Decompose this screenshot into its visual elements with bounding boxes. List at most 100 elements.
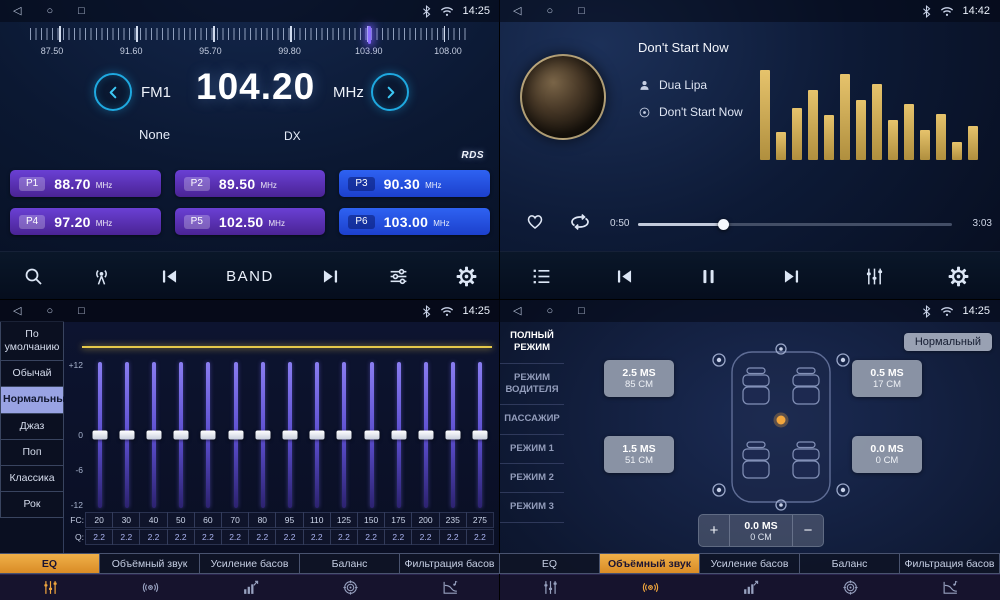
sound-profile-button[interactable]: Нормальный [904, 333, 992, 351]
nav-back-icon[interactable]: ◁ [13, 300, 21, 322]
surround-icon[interactable] [100, 575, 200, 600]
slider-handle[interactable] [337, 431, 352, 440]
eq-band-slider[interactable] [86, 360, 113, 510]
sound-tab-subwoofer-filter[interactable]: Фильтрация басов [399, 553, 500, 574]
radio-preset-p1-button[interactable]: P188.70MHz [10, 170, 161, 197]
slider-handle[interactable] [391, 431, 406, 440]
sound-tab-bass-boost[interactable]: Усиление басов [699, 553, 800, 574]
slider-handle[interactable] [419, 431, 434, 440]
settings-icon[interactable] [456, 266, 477, 287]
equalizer-shortcut-icon[interactable] [864, 266, 885, 287]
repeat-icon[interactable] [568, 210, 592, 239]
eq-preset-item[interactable]: Классика [0, 465, 64, 492]
slider-handle[interactable] [446, 431, 461, 440]
subwoofer-filter-icon[interactable] [900, 575, 1000, 600]
equalizer-icon[interactable] [0, 575, 100, 600]
nav-recents-icon[interactable]: □ [78, 0, 85, 22]
previous-track-icon[interactable] [614, 266, 635, 287]
surround-icon[interactable] [600, 575, 700, 600]
stage-mode-item[interactable]: РЕЖИМ 2 [500, 464, 564, 493]
eq-band-slider[interactable] [467, 360, 494, 510]
sound-tab-equalizer[interactable]: EQ [500, 553, 600, 574]
auto-scan-icon[interactable] [91, 266, 112, 287]
seek-bar[interactable] [638, 223, 952, 226]
equalizer-icon[interactable] [500, 575, 600, 600]
eq-band-slider[interactable] [304, 360, 331, 510]
slider-handle[interactable] [364, 431, 379, 440]
slider-handle[interactable] [201, 431, 216, 440]
delay-rear-left-button[interactable]: 1.5 MS 51 CM [604, 436, 674, 473]
eq-band-slider[interactable] [168, 360, 195, 510]
slider-handle[interactable] [92, 431, 107, 440]
increase-delay-button[interactable]: + [699, 515, 729, 546]
eq-preset-item[interactable]: По умолчанию [0, 321, 64, 361]
slider-handle[interactable] [283, 431, 298, 440]
eq-band-slider[interactable] [222, 360, 249, 510]
decrease-delay-button[interactable]: − [793, 515, 823, 546]
stage-mode-item[interactable]: РЕЖИМ 3 [500, 493, 564, 522]
balance-icon[interactable] [300, 575, 400, 600]
radio-preset-p2-button[interactable]: P289.50MHz [175, 170, 326, 197]
nav-recents-icon[interactable]: □ [78, 300, 85, 322]
nav-home-icon[interactable]: ○ [546, 300, 553, 322]
eq-band-slider[interactable] [113, 360, 140, 510]
eq-preset-item[interactable]: Обычай [0, 360, 64, 387]
next-station-icon[interactable] [320, 266, 341, 287]
eq-preset-item[interactable]: Рок [0, 491, 64, 518]
nav-back-icon[interactable]: ◁ [513, 0, 521, 22]
settings-icon[interactable] [948, 266, 969, 287]
eq-band-slider[interactable] [249, 360, 276, 510]
slider-handle[interactable] [228, 431, 243, 440]
radio-preset-p3-button[interactable]: P390.30MHz [339, 170, 490, 197]
sound-tab-bass-boost[interactable]: Усиление басов [199, 553, 300, 574]
eq-band-slider[interactable] [140, 360, 167, 510]
eq-preset-item[interactable]: Джаз [0, 413, 64, 440]
sound-tab-balance[interactable]: Баланс [799, 553, 900, 574]
radio-preset-p4-button[interactable]: P497.20MHz [10, 208, 161, 235]
balance-icon[interactable] [800, 575, 900, 600]
tune-up-button[interactable] [371, 73, 409, 111]
slider-handle[interactable] [255, 431, 270, 440]
station-search-icon[interactable] [23, 266, 44, 287]
eq-band-slider[interactable] [440, 360, 467, 510]
stage-mode-item[interactable]: РЕЖИМ 1 [500, 435, 564, 464]
stage-mode-item[interactable]: ПАССАЖИР [500, 405, 564, 434]
nav-back-icon[interactable]: ◁ [513, 300, 521, 322]
nav-back-icon[interactable]: ◁ [13, 0, 21, 22]
delay-front-right-button[interactable]: 0.5 MS 17 CM [852, 360, 922, 397]
sound-tab-balance[interactable]: Баланс [299, 553, 400, 574]
bass-boost-icon[interactable] [700, 575, 800, 600]
delay-front-left-button[interactable]: 2.5 MS 85 CM [604, 360, 674, 397]
nav-recents-icon[interactable]: □ [578, 300, 585, 322]
eq-band-slider[interactable] [276, 360, 303, 510]
eq-band-slider[interactable] [385, 360, 412, 510]
sound-tab-equalizer[interactable]: EQ [0, 553, 100, 574]
nav-recents-icon[interactable]: □ [578, 0, 585, 22]
next-track-icon[interactable] [781, 266, 802, 287]
stage-mode-item[interactable]: РЕЖИМ ВОДИТЕЛЯ [500, 364, 564, 406]
audio-adjust-icon[interactable] [388, 266, 409, 287]
bass-boost-icon[interactable] [200, 575, 300, 600]
eq-preset-item[interactable]: Нормальный [0, 386, 64, 413]
pause-icon[interactable] [698, 266, 719, 287]
tune-down-button[interactable] [94, 73, 132, 111]
eq-band-slider[interactable] [195, 360, 222, 510]
radio-preset-p5-button[interactable]: P5102.50MHz [175, 208, 326, 235]
nav-home-icon[interactable]: ○ [546, 0, 553, 22]
subwoofer-filter-icon[interactable] [400, 575, 500, 600]
delay-rear-right-button[interactable]: 0.0 MS 0 CM [852, 436, 922, 473]
radio-preset-p6-button[interactable]: P6103.00MHz [339, 208, 490, 235]
slider-handle[interactable] [147, 431, 162, 440]
eq-band-slider[interactable] [331, 360, 358, 510]
slider-handle[interactable] [174, 431, 189, 440]
band-button[interactable]: BAND [226, 268, 274, 285]
eq-band-slider[interactable] [412, 360, 439, 510]
seek-knob[interactable] [718, 219, 729, 230]
favorite-icon[interactable] [524, 210, 546, 237]
sound-tab-surround[interactable]: Объёмный звук [599, 553, 700, 574]
slider-handle[interactable] [473, 431, 488, 440]
slider-handle[interactable] [119, 431, 134, 440]
stage-mode-item[interactable]: ПОЛНЫЙ РЕЖИМ [500, 322, 564, 364]
slider-handle[interactable] [310, 431, 325, 440]
eq-band-slider[interactable] [358, 360, 385, 510]
